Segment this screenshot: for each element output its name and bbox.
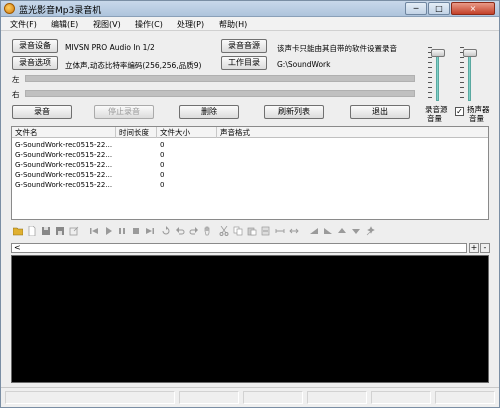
redo-icon[interactable] [189,226,199,236]
file-list-header: 文件名 时间长度 文件大小 声音格式 [12,127,488,138]
file-name-cell: G-SoundWork-rec0515-22... [15,181,113,189]
column-header-format[interactable]: 声音格式 [217,127,488,138]
menu-help[interactable]: 帮助(H) [219,19,247,30]
open-folder-icon[interactable] [12,226,24,236]
file-name-cell: G-SoundWork-rec0515-22... [15,151,113,159]
check-icon: ✓ [456,107,463,116]
zoom-in-button[interactable]: + [469,243,479,253]
stop-record-button[interactable]: 停止录音 [94,105,154,119]
timeline-ruler[interactable]: < [11,243,467,253]
status-cell-3 [243,391,303,404]
record-device-button[interactable]: 录音设备 [12,39,58,53]
column-header-name[interactable]: 文件名 [12,127,116,138]
column-header-duration[interactable]: 时间长度 [116,127,157,138]
hand-icon[interactable] [203,226,213,236]
left-channel-label: 左 [12,75,20,84]
save-as-icon[interactable] [55,226,65,236]
scroll-left-icon[interactable]: < [14,244,21,252]
record-options-value: 立体声,动态比特率编码(256,256,品质9) [65,61,202,70]
status-cell-1 [5,391,175,404]
title-bar[interactable]: 蓝光影音Mp3录音机 ─ □ × [1,1,499,17]
exit-button[interactable]: 退出 [350,105,410,119]
stop-icon[interactable] [131,226,141,236]
menu-bar: 文件(F) 编辑(E) 视图(V) 操作(C) 处理(P) 帮助(H) [1,17,499,31]
status-cell-4 [307,391,367,404]
speaker-volume-label-2: 音量 [469,114,484,123]
right-channel-label: 右 [12,90,20,99]
record-volume-track[interactable] [436,53,439,101]
record-device-value: MIVSN PRO Audio In 1/2 [65,43,155,52]
skip-start-icon[interactable] [89,226,99,236]
skip-end-icon[interactable] [145,226,155,236]
table-row[interactable]: G-SoundWork-rec0515-22... 0 [12,160,488,170]
file-size-cell: 0 [160,151,165,159]
close-button[interactable]: × [451,2,495,15]
delete-button[interactable]: 删除 [179,105,239,119]
file-size-cell: 0 [160,161,165,169]
fade-out-icon[interactable] [323,226,333,236]
file-list[interactable]: 文件名 时间长度 文件大小 声音格式 G-SoundWork-rec0515-2… [11,126,489,220]
effects-icon[interactable] [365,226,375,236]
record-options-button[interactable]: 录音选项 [12,56,58,70]
record-button[interactable]: 录音 [12,105,72,119]
speaker-checkbox[interactable]: ✓ [455,107,464,116]
menu-view[interactable]: 视图(V) [93,19,121,30]
status-bar [1,387,499,407]
window-title: 蓝光影音Mp3录音机 [19,6,102,16]
record-source-button[interactable]: 录音音源 [221,39,267,53]
undo-icon[interactable] [175,226,185,236]
file-size-cell: 0 [160,171,165,179]
column-header-size[interactable]: 文件大小 [157,127,217,138]
menu-edit[interactable]: 编辑(E) [51,19,78,30]
play-icon[interactable] [103,226,113,236]
right-level-meter [25,90,415,97]
speaker-volume-thumb[interactable] [463,49,477,57]
pause-icon[interactable] [117,226,127,236]
zoom-out-button[interactable]: - [480,243,490,253]
export-icon[interactable] [69,226,79,236]
cut-icon[interactable] [219,225,229,236]
select-range-icon[interactable] [289,226,299,236]
table-row[interactable]: G-SoundWork-rec0515-22... 0 [12,170,488,180]
menu-file[interactable]: 文件(F) [10,19,37,30]
file-name-cell: G-SoundWork-rec0515-22... [15,161,113,169]
save-icon[interactable] [41,226,51,236]
table-row[interactable]: G-SoundWork-rec0515-22... 0 [12,180,488,190]
amplify-icon[interactable] [337,226,347,236]
record-volume-label-2: 音量 [427,114,442,123]
minimize-button[interactable]: ─ [405,2,427,15]
app-logo-icon [4,3,15,14]
status-cell-6 [435,391,495,404]
new-file-icon[interactable] [27,225,37,237]
work-dir-button[interactable]: 工作目录 [221,56,267,70]
attenuate-icon[interactable] [351,226,361,236]
file-size-cell: 0 [160,141,165,149]
record-source-note: 该声卡只能由其自带的软件设置录音 [277,44,397,53]
waveform-display[interactable] [11,255,489,383]
app-window: 蓝光影音Mp3录音机 ─ □ × 文件(F) 编辑(E) 视图(V) 操作(C)… [0,0,500,408]
table-row[interactable]: G-SoundWork-rec0515-22... 0 [12,140,488,150]
refresh-list-button[interactable]: 刷新列表 [264,105,324,119]
file-name-cell: G-SoundWork-rec0515-22... [15,171,113,179]
fade-in-icon[interactable] [309,226,319,236]
paste-icon[interactable] [247,226,257,236]
copy-icon[interactable] [233,226,243,236]
file-name-cell: G-SoundWork-rec0515-22... [15,141,113,149]
edit-toolbar [11,224,491,239]
table-row[interactable]: G-SoundWork-rec0515-22... 0 [12,150,488,160]
trim-icon[interactable] [275,226,285,236]
speaker-volume-track[interactable] [468,53,471,101]
menu-process[interactable]: 处理(P) [177,19,204,30]
loop-icon[interactable] [161,226,171,236]
status-cell-2 [179,391,239,404]
paste-mix-icon[interactable] [261,226,271,236]
work-dir-value: G:\SoundWork [277,60,331,69]
maximize-button[interactable]: □ [428,2,450,15]
record-volume-thumb[interactable] [431,49,445,57]
status-cell-5 [371,391,431,404]
file-size-cell: 0 [160,181,165,189]
menu-operate[interactable]: 操作(C) [135,19,163,30]
left-level-meter [25,75,415,82]
